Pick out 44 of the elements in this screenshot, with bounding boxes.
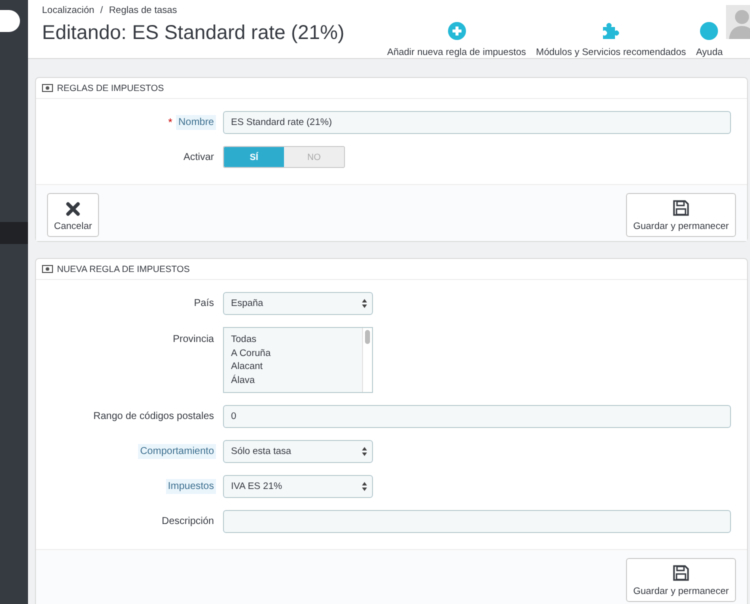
text-field[interactable]: 0 xyxy=(223,405,731,428)
field-label: Descripción xyxy=(160,515,215,529)
select-dropdown[interactable]: Sólo esta tasa xyxy=(223,440,373,463)
page-title: Editando: ES Standard rate (21%) xyxy=(42,22,344,45)
list-option[interactable]: Todas xyxy=(231,333,355,346)
field-label: Nombre xyxy=(176,115,216,130)
field-label: Provincia xyxy=(172,333,215,347)
select-dropdown[interactable]: IVA ES 21% xyxy=(223,475,373,498)
field-label: País xyxy=(192,297,215,311)
select-arrows-icon xyxy=(362,482,367,491)
list-option[interactable]: Alacant xyxy=(231,360,355,374)
close-icon xyxy=(66,202,80,216)
required-asterisk: * xyxy=(168,116,172,128)
avatar-silhouette[interactable] xyxy=(726,5,750,39)
sidebar-item[interactable] xyxy=(0,222,28,244)
toolbar-button[interactable]: Ayuda xyxy=(696,22,724,58)
breadcrumb-link[interactable]: Localización xyxy=(42,5,94,16)
panel-title: REGLAS DE IMPUESTOS xyxy=(57,83,164,93)
save-button[interactable]: Guardar y permanecer xyxy=(626,558,736,602)
banknote-icon xyxy=(42,265,53,273)
field-label: Activar xyxy=(182,150,215,164)
toolbar-button[interactable]: Módulos y Servicios recomendados xyxy=(536,22,686,58)
select-dropdown[interactable]: España xyxy=(223,292,373,315)
sidebar-toggle[interactable] xyxy=(0,10,20,32)
cancel-button[interactable]: Cancelar xyxy=(47,193,100,237)
province-listbox[interactable]: Todas A Coruña Alacant Álava xyxy=(223,327,373,393)
text-field[interactable]: ES Standard rate (21%) xyxy=(223,111,731,134)
banknote-icon xyxy=(42,84,53,92)
select-arrows-icon xyxy=(362,299,367,308)
panel-title: NUEVA REGLA DE IMPUESTOS xyxy=(57,264,190,274)
field-label: Rango de códigos postales xyxy=(92,410,215,424)
list-option[interactable]: A Coruña xyxy=(231,346,355,360)
text-field[interactable] xyxy=(223,510,731,533)
toolbar-button[interactable]: Añadir nueva regla de impuestos xyxy=(387,22,526,58)
field-label: Comportamiento xyxy=(138,444,216,459)
list-option[interactable]: Álava xyxy=(231,374,355,387)
scrollbar[interactable] xyxy=(362,328,372,392)
puzzle-icon xyxy=(601,22,622,40)
save-button[interactable]: Guardar y permanecer xyxy=(626,193,736,237)
select-arrows-icon xyxy=(362,447,367,456)
field-label: Impuestos xyxy=(166,479,216,494)
breadcrumb-link[interactable]: Reglas de tasas xyxy=(108,5,178,16)
breadcrumb-separator: / xyxy=(100,5,103,16)
plus-circle-icon xyxy=(448,22,466,40)
